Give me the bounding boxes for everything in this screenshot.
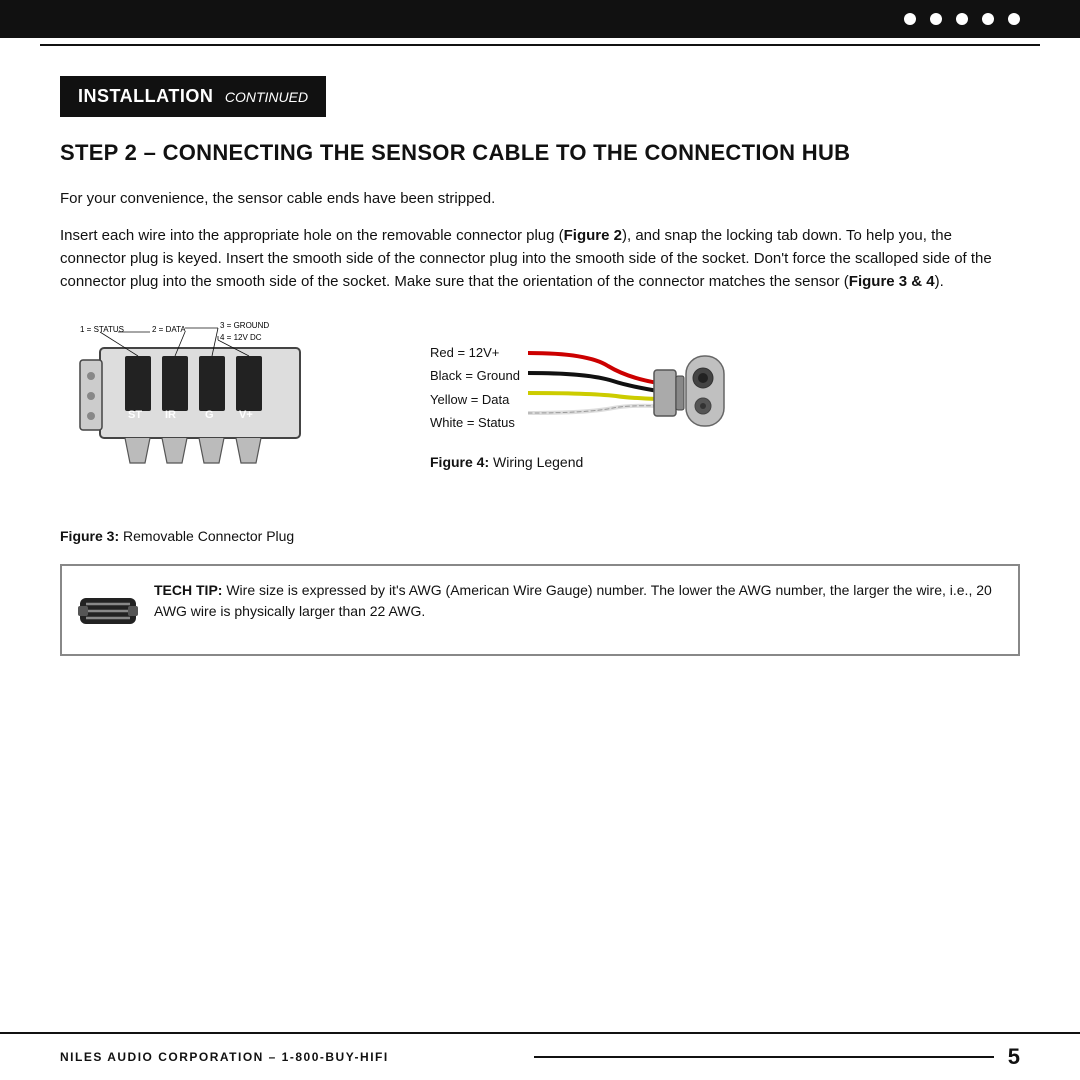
svg-text:IR: IR	[165, 409, 176, 421]
dot-2	[930, 13, 942, 25]
connector-diagram: 1 = STATUS 2 = DATA 3 = GROUND 4 = 12V D…	[70, 318, 390, 518]
wire-black: Black = Ground	[430, 364, 520, 387]
svg-text:1 = STATUS: 1 = STATUS	[80, 325, 124, 334]
wire-white: White = Status	[430, 411, 520, 434]
figure34-ref: Figure 3 & 4	[849, 273, 935, 290]
dot-1	[904, 13, 916, 25]
tech-tip-text: TECH TIP: Wire size is expressed by it's…	[154, 580, 1002, 622]
main-content: INSTALLATION CONTINUED STEP 2 – CONNECTI…	[0, 46, 1080, 676]
figure4-container: Red = 12V+ Black = Ground Yellow = Data …	[430, 318, 1020, 470]
svg-text:3 = GROUND: 3 = GROUND	[220, 321, 269, 330]
installation-label: INSTALLATION	[78, 86, 213, 106]
tech-tip-box: TECH TIP: Wire size is expressed by it's…	[60, 564, 1020, 656]
figure3-caption: Figure 3: Removable Connector Plug	[60, 528, 400, 544]
step-title: STEP 2 – CONNECTING THE SENSOR CABLE TO …	[60, 139, 1020, 167]
dot-3	[956, 13, 968, 25]
tech-tip-icon	[78, 580, 138, 640]
footer-line	[534, 1056, 994, 1058]
top-dots	[904, 13, 1020, 25]
continued-label: CONTINUED	[225, 89, 308, 105]
wire-legend: Red = 12V+ Black = Ground Yellow = Data …	[430, 341, 520, 435]
dot-5	[1008, 13, 1020, 25]
wire-yellow: Yellow = Data	[430, 388, 520, 411]
svg-text:G: G	[205, 409, 214, 421]
figures-row: 1 = STATUS 2 = DATA 3 = GROUND 4 = 12V D…	[60, 318, 1020, 544]
top-bar	[0, 0, 1080, 38]
figure4-caption: Figure 4: Wiring Legend	[430, 454, 583, 470]
figure3-container: 1 = STATUS 2 = DATA 3 = GROUND 4 = 12V D…	[60, 318, 400, 544]
footer-company: NILES AUDIO CORPORATION – 1-800-BUY-HIFI	[60, 1050, 520, 1064]
paragraph-2: Insert each wire into the appropriate ho…	[60, 224, 1020, 294]
svg-text:ST: ST	[128, 409, 142, 421]
paragraph-1: For your convenience, the sensor cable e…	[60, 187, 1020, 210]
footer: NILES AUDIO CORPORATION – 1-800-BUY-HIFI…	[0, 1032, 1080, 1080]
svg-text:V+: V+	[239, 409, 253, 421]
wire-red: Red = 12V+	[430, 341, 520, 364]
wiring-diagram: Red = 12V+ Black = Ground Yellow = Data …	[430, 328, 728, 448]
figure2-ref: Figure 2	[564, 227, 622, 244]
footer-page-number: 5	[1008, 1044, 1020, 1070]
wires-svg	[528, 328, 728, 448]
installation-header: INSTALLATION CONTINUED	[60, 76, 326, 117]
dot-4	[982, 13, 994, 25]
svg-text:4 = 12V DC: 4 = 12V DC	[220, 333, 262, 342]
svg-text:2 = DATA: 2 = DATA	[152, 325, 186, 334]
